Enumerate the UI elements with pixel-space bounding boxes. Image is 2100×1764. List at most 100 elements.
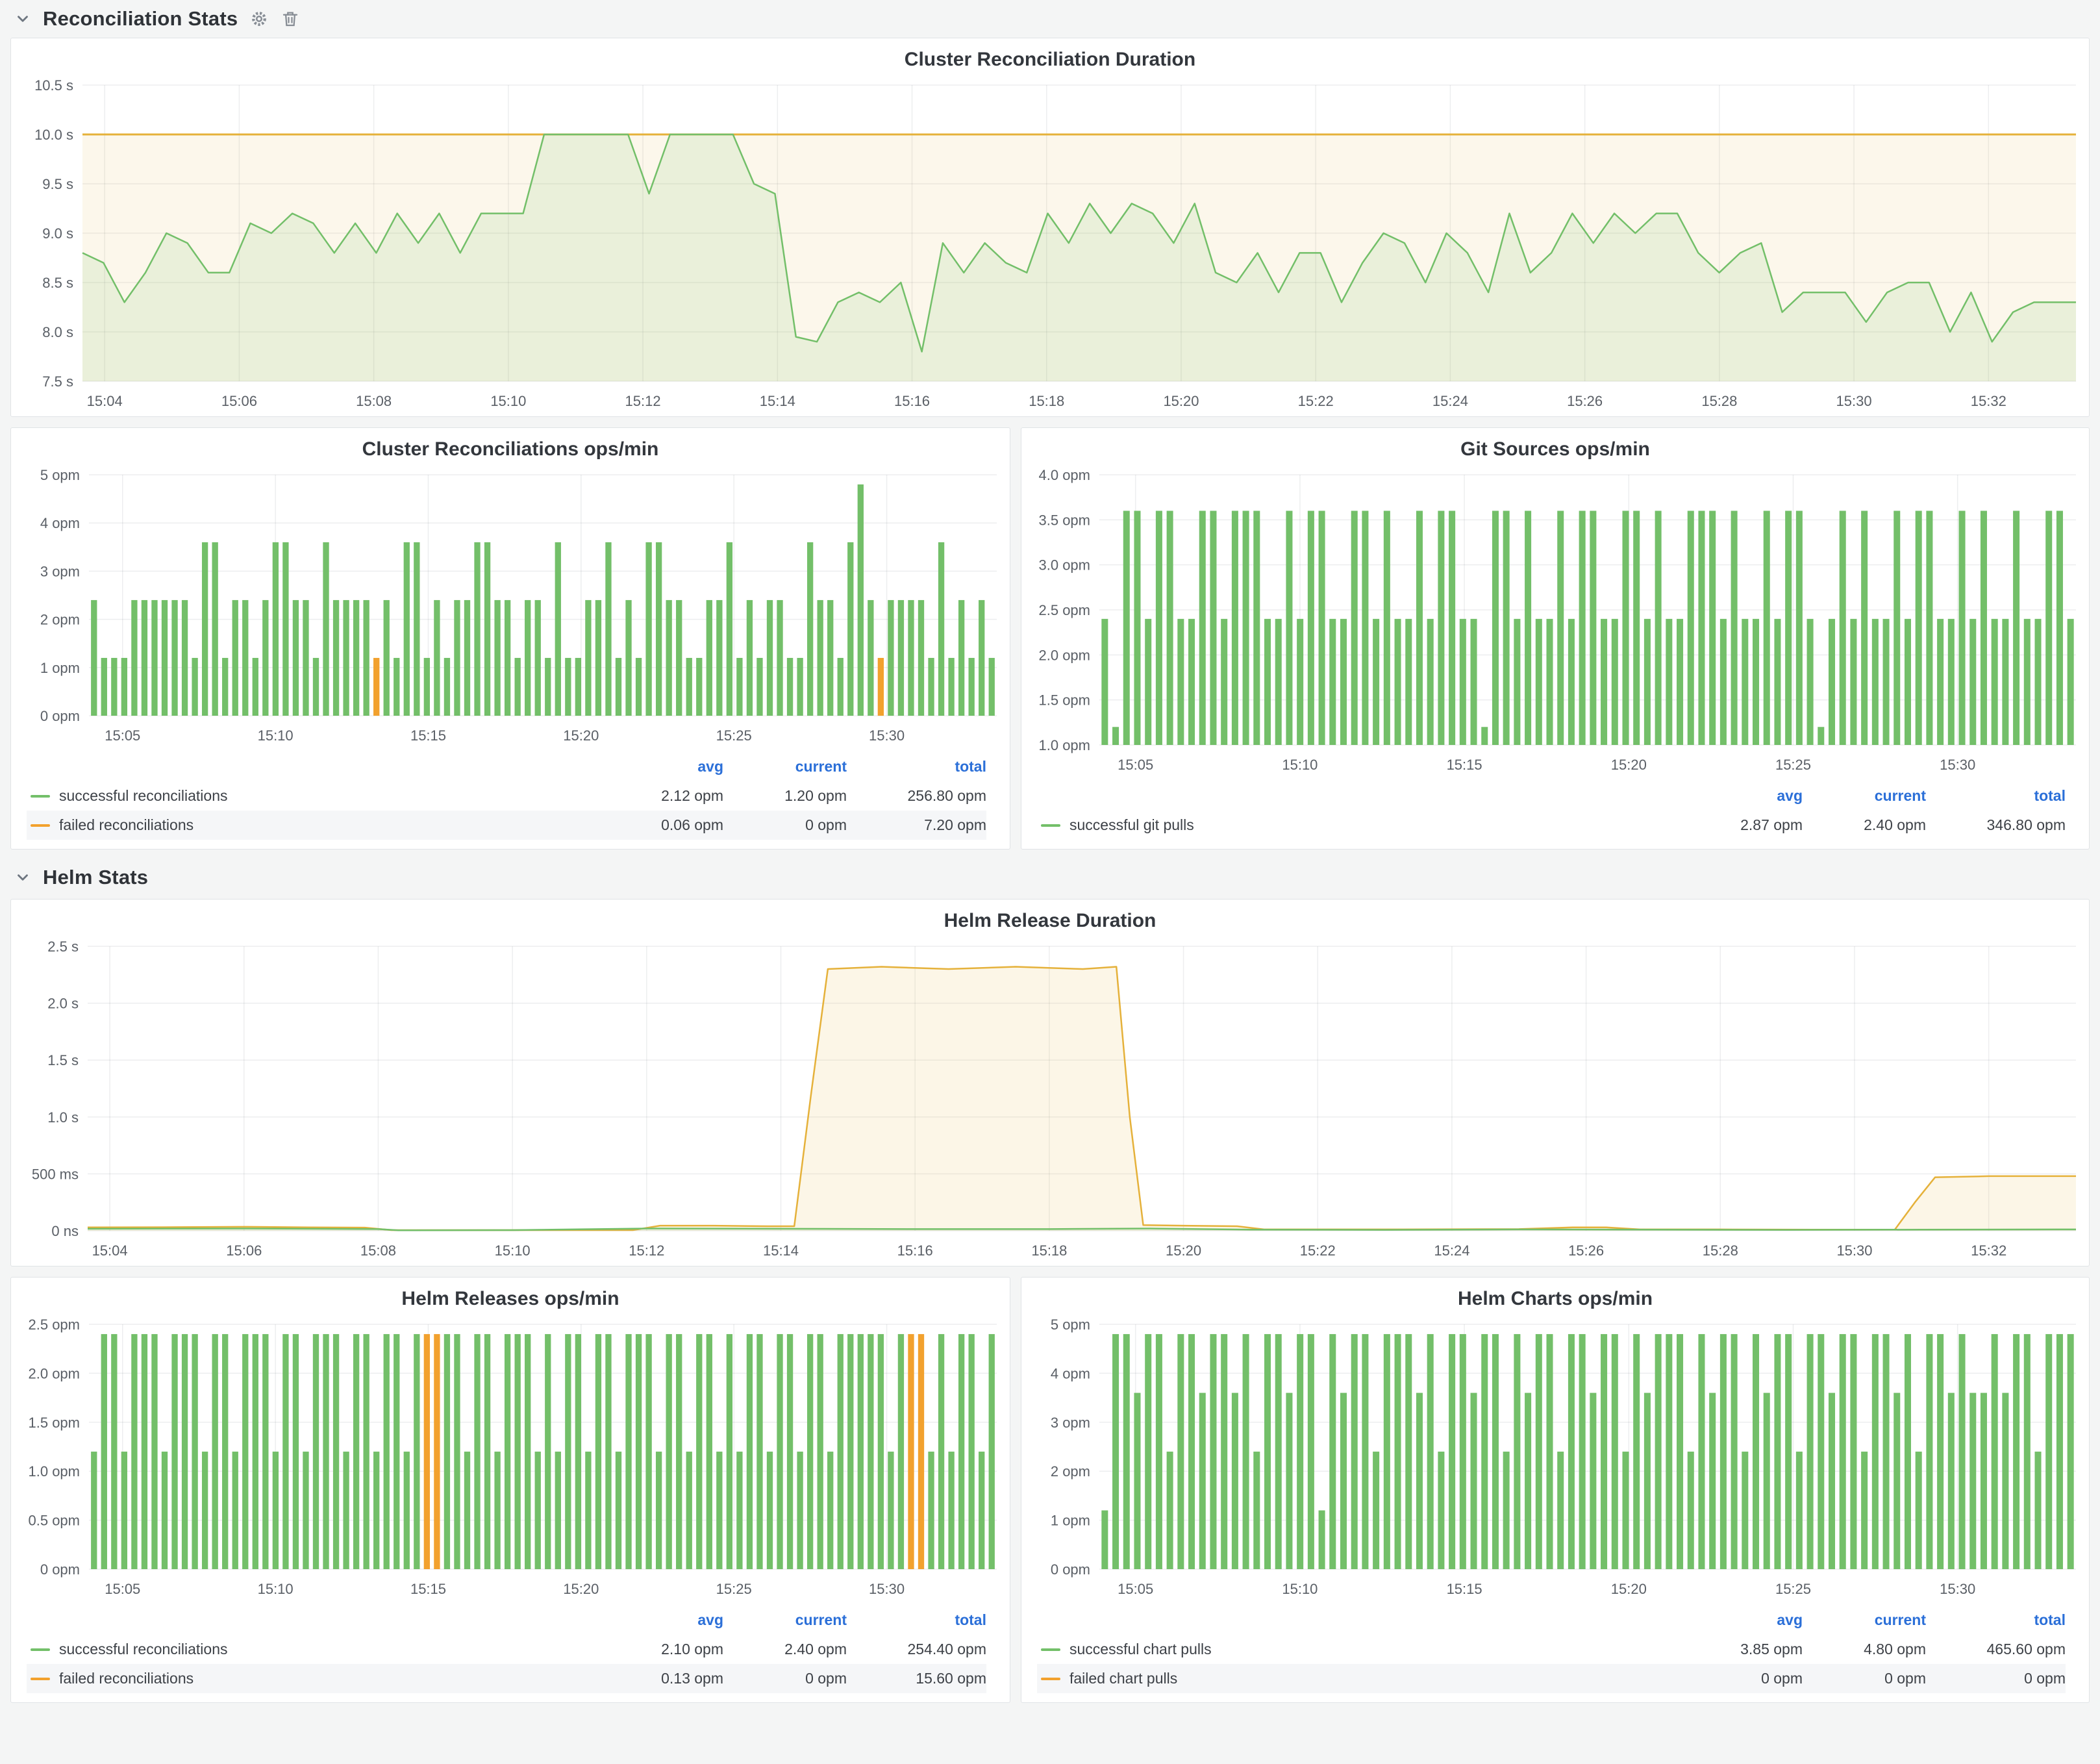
svg-text:15:24: 15:24	[1434, 1242, 1469, 1259]
section-header-helm-stats[interactable]: Helm Stats	[10, 856, 2090, 899]
section-title: Helm Stats	[43, 866, 148, 889]
svg-text:15:15: 15:15	[1447, 1581, 1482, 1597]
svg-text:15:30: 15:30	[1836, 1242, 1872, 1259]
legend-series-name[interactable]: successful reconciliations	[59, 1641, 228, 1658]
svg-text:1.0 s: 1.0 s	[47, 1109, 79, 1126]
legend-row-failed-chart-pulls[interactable]: failed chart pulls 0 opm 0 opm 0 opm	[1037, 1664, 2066, 1693]
legend-row-successful-git-pulls[interactable]: successful git pulls 2.87 opm 2.40 opm 3…	[1037, 811, 2066, 840]
legend-current-value: 4.80 opm	[1803, 1641, 1926, 1658]
panel-cluster-reconciliations-ops: Cluster Reconciliations ops/min 5 opm4 o…	[10, 427, 1010, 850]
trash-icon[interactable]	[281, 9, 300, 29]
svg-text:1.0 opm: 1.0 opm	[29, 1463, 81, 1480]
panel-title[interactable]: Cluster Reconciliations ops/min	[11, 428, 1010, 463]
svg-text:15:20: 15:20	[563, 1581, 599, 1597]
svg-text:15:12: 15:12	[625, 393, 661, 409]
series-dash-icon	[1041, 1648, 1060, 1651]
svg-text:15:05: 15:05	[105, 1581, 140, 1597]
legend-row-successful-reconciliations[interactable]: successful reconciliations 2.10 opm 2.40…	[27, 1635, 986, 1664]
svg-text:15:28: 15:28	[1701, 393, 1737, 409]
series-dash-icon	[31, 1678, 50, 1680]
svg-text:0.5 opm: 0.5 opm	[29, 1513, 81, 1529]
legend-header-avg[interactable]: avg	[600, 758, 723, 775]
legend-series-name[interactable]: successful git pulls	[1069, 816, 1194, 834]
svg-text:1.5 s: 1.5 s	[47, 1052, 79, 1068]
legend-series-name[interactable]: failed reconciliations	[59, 1670, 194, 1687]
svg-text:5 opm: 5 opm	[1051, 1317, 1090, 1333]
svg-text:15:20: 15:20	[1611, 757, 1647, 773]
legend-row-successful-reconciliations[interactable]: successful reconciliations 2.12 opm 1.20…	[27, 781, 986, 811]
svg-text:15:20: 15:20	[1611, 1581, 1647, 1597]
svg-text:2.0 opm: 2.0 opm	[29, 1365, 81, 1381]
svg-text:15:05: 15:05	[1118, 757, 1153, 773]
svg-text:1.5 opm: 1.5 opm	[1039, 692, 1091, 709]
legend-header-row: avg current total	[1037, 781, 2066, 811]
panel-helm-release-duration: Helm Release Duration 2.5 s2.0 s1.5 s1.0…	[10, 899, 2090, 1266]
chart-git-sources-ops[interactable]: 4.0 opm3.5 opm3.0 opm2.5 opm2.0 opm1.5 o…	[1021, 463, 2089, 780]
svg-text:15:05: 15:05	[1118, 1581, 1153, 1597]
legend-current-value: 0 opm	[723, 816, 847, 834]
legend-header-current[interactable]: current	[723, 758, 847, 775]
svg-text:15:22: 15:22	[1300, 1242, 1336, 1259]
svg-text:2.5 s: 2.5 s	[47, 939, 79, 955]
panel-title[interactable]: Helm Release Duration	[11, 900, 2089, 935]
svg-text:15:15: 15:15	[1447, 757, 1482, 773]
legend-header-total[interactable]: total	[1926, 1611, 2066, 1629]
legend-current-value: 2.40 opm	[723, 1641, 847, 1658]
svg-text:15:25: 15:25	[1775, 1581, 1811, 1597]
panel-title[interactable]: Helm Charts ops/min	[1021, 1278, 2089, 1313]
chart-helm-charts-ops[interactable]: 5 opm4 opm3 opm2 opm1 opm0 opm15:0515:10…	[1021, 1313, 2089, 1604]
svg-text:15:24: 15:24	[1432, 393, 1468, 409]
svg-text:10.5 s: 10.5 s	[34, 77, 73, 94]
chart-cluster-reconciliations-ops[interactable]: 5 opm4 opm3 opm2 opm1 opm0 opm15:0515:10…	[11, 463, 1010, 751]
legend-cluster-reconciliations: avg current total successful reconciliat…	[11, 751, 1010, 849]
legend-header-total[interactable]: total	[1926, 787, 2066, 805]
section-header-reconciliation-stats[interactable]: Reconciliation Stats	[10, 0, 2090, 38]
legend-total-value: 15.60 opm	[847, 1670, 986, 1687]
series-dash-icon	[31, 1648, 50, 1651]
legend-series-name[interactable]: successful reconciliations	[59, 787, 228, 805]
legend-header-avg[interactable]: avg	[600, 1611, 723, 1629]
legend-row-failed-reconciliations[interactable]: failed reconciliations 0.13 opm 0 opm 15…	[27, 1664, 986, 1693]
chart-cluster-reconciliation-duration[interactable]: 10.5 s10.0 s9.5 s9.0 s8.5 s8.0 s7.5 s15:…	[11, 73, 2089, 416]
svg-text:15:25: 15:25	[1775, 757, 1811, 773]
legend-header-current[interactable]: current	[1803, 1611, 1926, 1629]
svg-text:2.0 opm: 2.0 opm	[1039, 647, 1091, 663]
series-dash-icon	[31, 824, 50, 827]
legend-header-total[interactable]: total	[847, 758, 986, 775]
svg-text:15:10: 15:10	[1282, 1581, 1318, 1597]
legend-header-avg[interactable]: avg	[1679, 1611, 1803, 1629]
svg-text:15:04: 15:04	[92, 1242, 128, 1259]
chart-helm-release-duration[interactable]: 2.5 s2.0 s1.5 s1.0 s500 ms0 ns15:0415:06…	[11, 935, 2089, 1266]
svg-text:15:15: 15:15	[410, 1581, 446, 1597]
panel-helm-charts-ops: Helm Charts ops/min 5 opm4 opm3 opm2 opm…	[1021, 1277, 2090, 1703]
legend-row-failed-reconciliations[interactable]: failed reconciliations 0.06 opm 0 opm 7.…	[27, 811, 986, 840]
panel-title[interactable]: Cluster Reconciliation Duration	[11, 38, 2089, 73]
svg-text:8.0 s: 8.0 s	[42, 324, 73, 340]
legend-header-avg[interactable]: avg	[1679, 787, 1803, 805]
legend-row-successful-chart-pulls[interactable]: successful chart pulls 3.85 opm 4.80 opm…	[1037, 1635, 2066, 1664]
svg-text:1.5 opm: 1.5 opm	[29, 1415, 81, 1431]
svg-text:15:18: 15:18	[1031, 1242, 1067, 1259]
svg-text:7.5 s: 7.5 s	[42, 373, 73, 390]
chevron-down-icon[interactable]	[14, 869, 31, 886]
chevron-down-icon[interactable]	[14, 10, 31, 27]
legend-header-current[interactable]: current	[1803, 787, 1926, 805]
gear-icon[interactable]	[249, 9, 269, 29]
panel-cluster-reconciliation-duration: Cluster Reconciliation Duration 10.5 s10…	[10, 38, 2090, 417]
svg-text:15:18: 15:18	[1029, 393, 1064, 409]
svg-text:3 opm: 3 opm	[40, 563, 80, 579]
svg-text:0 opm: 0 opm	[40, 1561, 80, 1578]
svg-text:15:10: 15:10	[258, 1581, 294, 1597]
legend-header-total[interactable]: total	[847, 1611, 986, 1629]
panel-title[interactable]: Git Sources ops/min	[1021, 428, 2089, 463]
legend-series-name[interactable]: failed chart pulls	[1069, 1670, 1177, 1687]
legend-series-name[interactable]: successful chart pulls	[1069, 1641, 1212, 1658]
legend-helm-charts: avg current total successful chart pulls…	[1021, 1604, 2089, 1702]
chart-helm-releases-ops[interactable]: 2.5 opm2.0 opm1.5 opm1.0 opm0.5 opm0 opm…	[11, 1313, 1010, 1604]
legend-series-name[interactable]: failed reconciliations	[59, 816, 194, 834]
svg-text:15:10: 15:10	[1282, 757, 1318, 773]
legend-total-value: 254.40 opm	[847, 1641, 986, 1658]
panel-title[interactable]: Helm Releases ops/min	[11, 1278, 1010, 1313]
legend-header-current[interactable]: current	[723, 1611, 847, 1629]
svg-text:15:14: 15:14	[760, 393, 795, 409]
